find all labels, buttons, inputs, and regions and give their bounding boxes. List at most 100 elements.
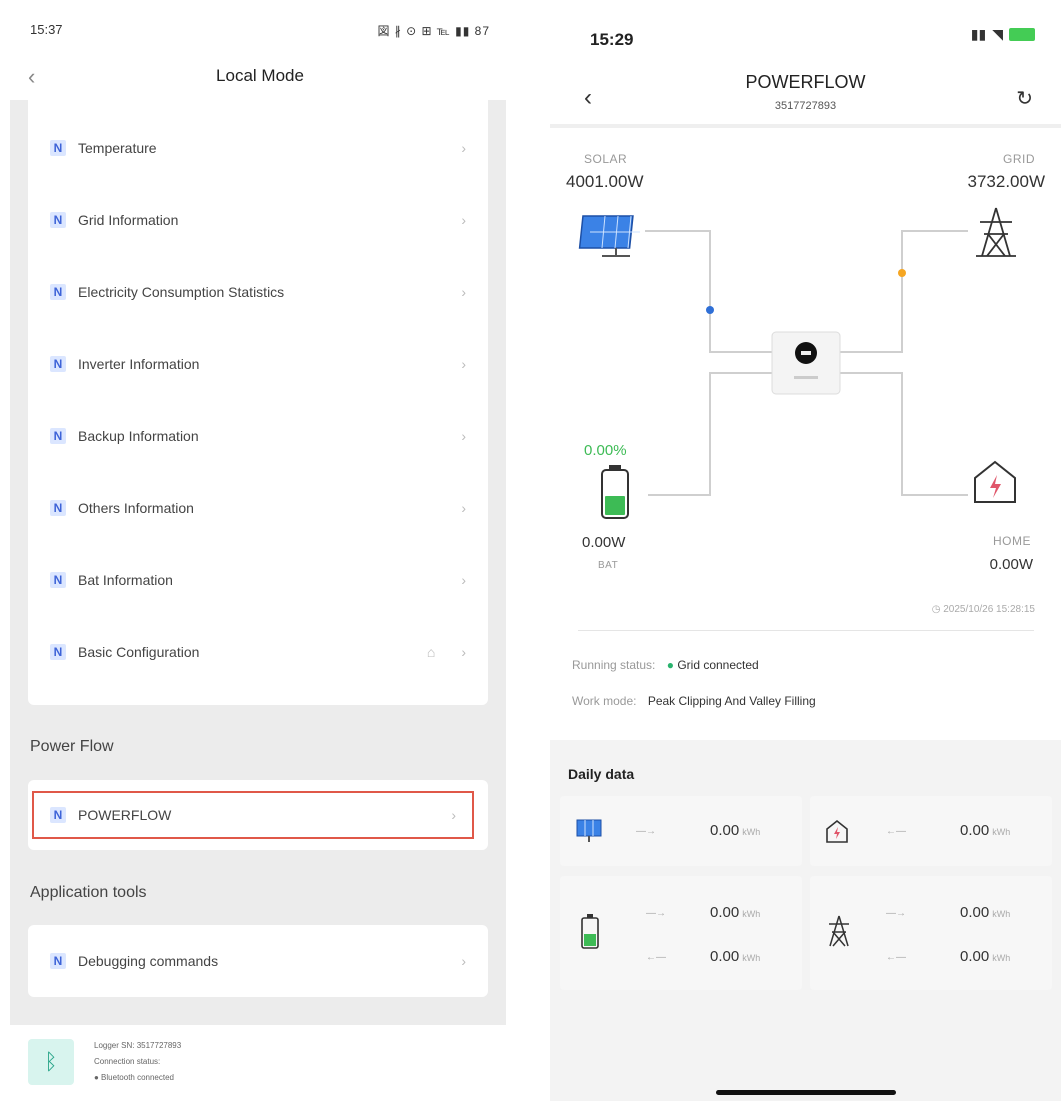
grid-label: GRID <box>1003 152 1035 166</box>
wifi-icon: ◥ <box>992 26 1003 42</box>
menu-item-grid-information[interactable]: N Grid Information › <box>28 184 488 256</box>
grid-value: 3732.00W <box>967 172 1046 191</box>
signal-icon: ▮▮ <box>970 26 987 42</box>
chevron-right-icon: › <box>461 572 466 588</box>
daily-solar-card: —→ 0.00 kWh <box>560 796 802 866</box>
work-mode-row: Work mode: Peak Clipping And Valley Fill… <box>572 694 816 708</box>
refresh-icon[interactable]: ↻ <box>1016 86 1033 111</box>
menu-item-label: Electricity Consumption Statistics <box>78 284 285 300</box>
menu-item-label: Basic Configuration <box>78 644 200 660</box>
running-status-row: Running status: ● Grid connected <box>572 658 759 672</box>
menu-item-inverter-information[interactable]: N Inverter Information › <box>28 328 488 400</box>
item-icon: N <box>50 572 66 588</box>
local-mode-screen: 15:37 図 ∦ ⊙ ⊞ ℡ ▮▮ 87 ‹ Local Mode N Tem… <box>0 0 520 1101</box>
logger-status: ᛒ Logger SN: 3517727893 Connection statu… <box>28 1035 428 1095</box>
daily-bat-charge-value: 0.00 kWh <box>710 904 761 921</box>
divider <box>550 124 1061 128</box>
item-icon: N <box>50 500 66 516</box>
tools-card: N Debugging commands › <box>28 925 488 997</box>
menu-item-label: Grid Information <box>78 212 179 228</box>
daily-bat-discharge-value: 0.00 kWh <box>710 948 761 965</box>
menu-item-debugging-commands[interactable]: N Debugging commands › <box>28 925 488 997</box>
item-icon: N <box>50 807 66 823</box>
daily-grid-card: —→ 0.00 kWh ←— 0.00 kWh <box>810 876 1052 990</box>
arrow-left-icon: ←— <box>886 826 906 837</box>
divider <box>578 630 1034 631</box>
home-label: HOME <box>993 534 1031 548</box>
status-dot-icon: ● <box>666 658 678 672</box>
grid-flow-dot <box>898 269 906 277</box>
battery-value: 0.00W <box>582 534 626 551</box>
battery-status-icon <box>1009 28 1035 41</box>
grid-tower-icon <box>829 915 849 947</box>
battery-icon <box>581 914 599 949</box>
menu-item-electricity-consumption[interactable]: N Electricity Consumption Statistics › <box>28 256 488 328</box>
chevron-right-icon: › <box>461 500 466 516</box>
chevron-right-icon: › <box>461 212 466 228</box>
menu-item-label: Backup Information <box>78 428 199 444</box>
arrow-left-icon: ←— <box>886 952 906 963</box>
chevron-right-icon: › <box>461 428 466 444</box>
running-status-label: Running status: <box>572 658 656 672</box>
daily-data-title: Daily data <box>568 766 635 782</box>
battery-icon <box>601 465 629 519</box>
chevron-right-icon: › <box>461 356 466 372</box>
menu-item-bat-information[interactable]: N Bat Information › <box>28 544 488 616</box>
item-icon: N <box>50 356 66 372</box>
connection-status-label: Connection status: <box>94 1057 161 1066</box>
power-flow-diagram: SOLAR 4001.00W GRID 3732.00W 0.00% 0.00W… <box>550 130 1061 630</box>
home-icon <box>826 819 848 843</box>
daily-home-value: 0.00 kWh <box>960 822 1011 839</box>
section-application-tools: Application tools <box>30 884 147 901</box>
lock-icon: ⌂ <box>426 644 436 660</box>
daily-solar-value: 0.00 kWh <box>710 822 761 839</box>
item-icon: N <box>50 284 66 300</box>
home-icon <box>974 460 1016 503</box>
home-value: 0.00W <box>989 556 1033 573</box>
menu-item-powerflow[interactable]: N POWERFLOW › <box>32 791 474 839</box>
chevron-right-icon: › <box>461 284 466 300</box>
device-serial: 3517727893 <box>774 100 837 112</box>
logger-sn: Logger SN: 3517727893 <box>94 1041 182 1050</box>
daily-battery-card: —→ 0.00 kWh ←— 0.00 kWh <box>560 876 802 990</box>
menu-item-others-information[interactable]: N Others Information › <box>28 472 488 544</box>
status-time: 15:29 <box>590 30 634 49</box>
page-title: POWERFLOW <box>745 72 866 92</box>
battery-soc: 0.00% <box>584 442 627 459</box>
menu-item-label: POWERFLOW <box>78 807 172 823</box>
daily-grid-export-value: 0.00 kWh <box>960 904 1011 921</box>
menu-item-label: Inverter Information <box>78 356 200 372</box>
chevron-right-icon: › <box>461 953 466 969</box>
grid-tower-icon <box>976 207 1016 257</box>
chevron-right-icon: › <box>461 140 466 156</box>
chevron-right-icon: › <box>461 644 466 660</box>
arrow-right-icon: —→ <box>886 908 906 919</box>
menu-item-label: Bat Information <box>78 572 173 588</box>
powerflow-card: N POWERFLOW › <box>28 780 488 850</box>
chevron-right-icon: › <box>451 807 456 823</box>
battery-label: BAT <box>598 560 619 571</box>
powerflow-screen: 15:29 ▮▮ ◥ ‹ POWERFLOW 3517727893 ↻ SOLA… <box>550 0 1061 1101</box>
work-mode-value: Peak Clipping And Valley Filling <box>647 694 816 708</box>
status-time: 15:37 <box>30 22 63 37</box>
bluetooth-icon: ᛒ <box>28 1039 74 1085</box>
menu-item-temperature[interactable]: N Temperature › <box>28 112 488 184</box>
menu-item-basic-configuration[interactable]: N Basic Configuration ⌂ › <box>28 616 488 688</box>
item-icon: N <box>50 953 66 969</box>
item-icon: N <box>50 140 66 156</box>
header: ‹ Local Mode <box>0 60 520 96</box>
menu-item-backup-information[interactable]: N Backup Information › <box>28 400 488 472</box>
daily-home-card: ←— 0.00 kWh <box>810 796 1052 866</box>
menu-item-label: Temperature <box>78 140 157 156</box>
work-mode-label: Work mode: <box>572 694 637 708</box>
solar-panel-icon <box>576 819 602 842</box>
solar-value: 4001.00W <box>566 172 644 191</box>
running-status-value: ● Grid connected <box>667 658 759 672</box>
item-icon: N <box>50 212 66 228</box>
page-title: Local Mode <box>216 66 304 85</box>
solar-label: SOLAR <box>584 152 628 166</box>
timestamp-text: 2025/10/26 15:28:15 <box>943 604 1035 615</box>
home-indicator[interactable] <box>716 1090 896 1095</box>
status-icons: ▮▮ ◥ <box>971 26 1035 43</box>
daily-grid-import-value: 0.00 kWh <box>960 948 1011 965</box>
